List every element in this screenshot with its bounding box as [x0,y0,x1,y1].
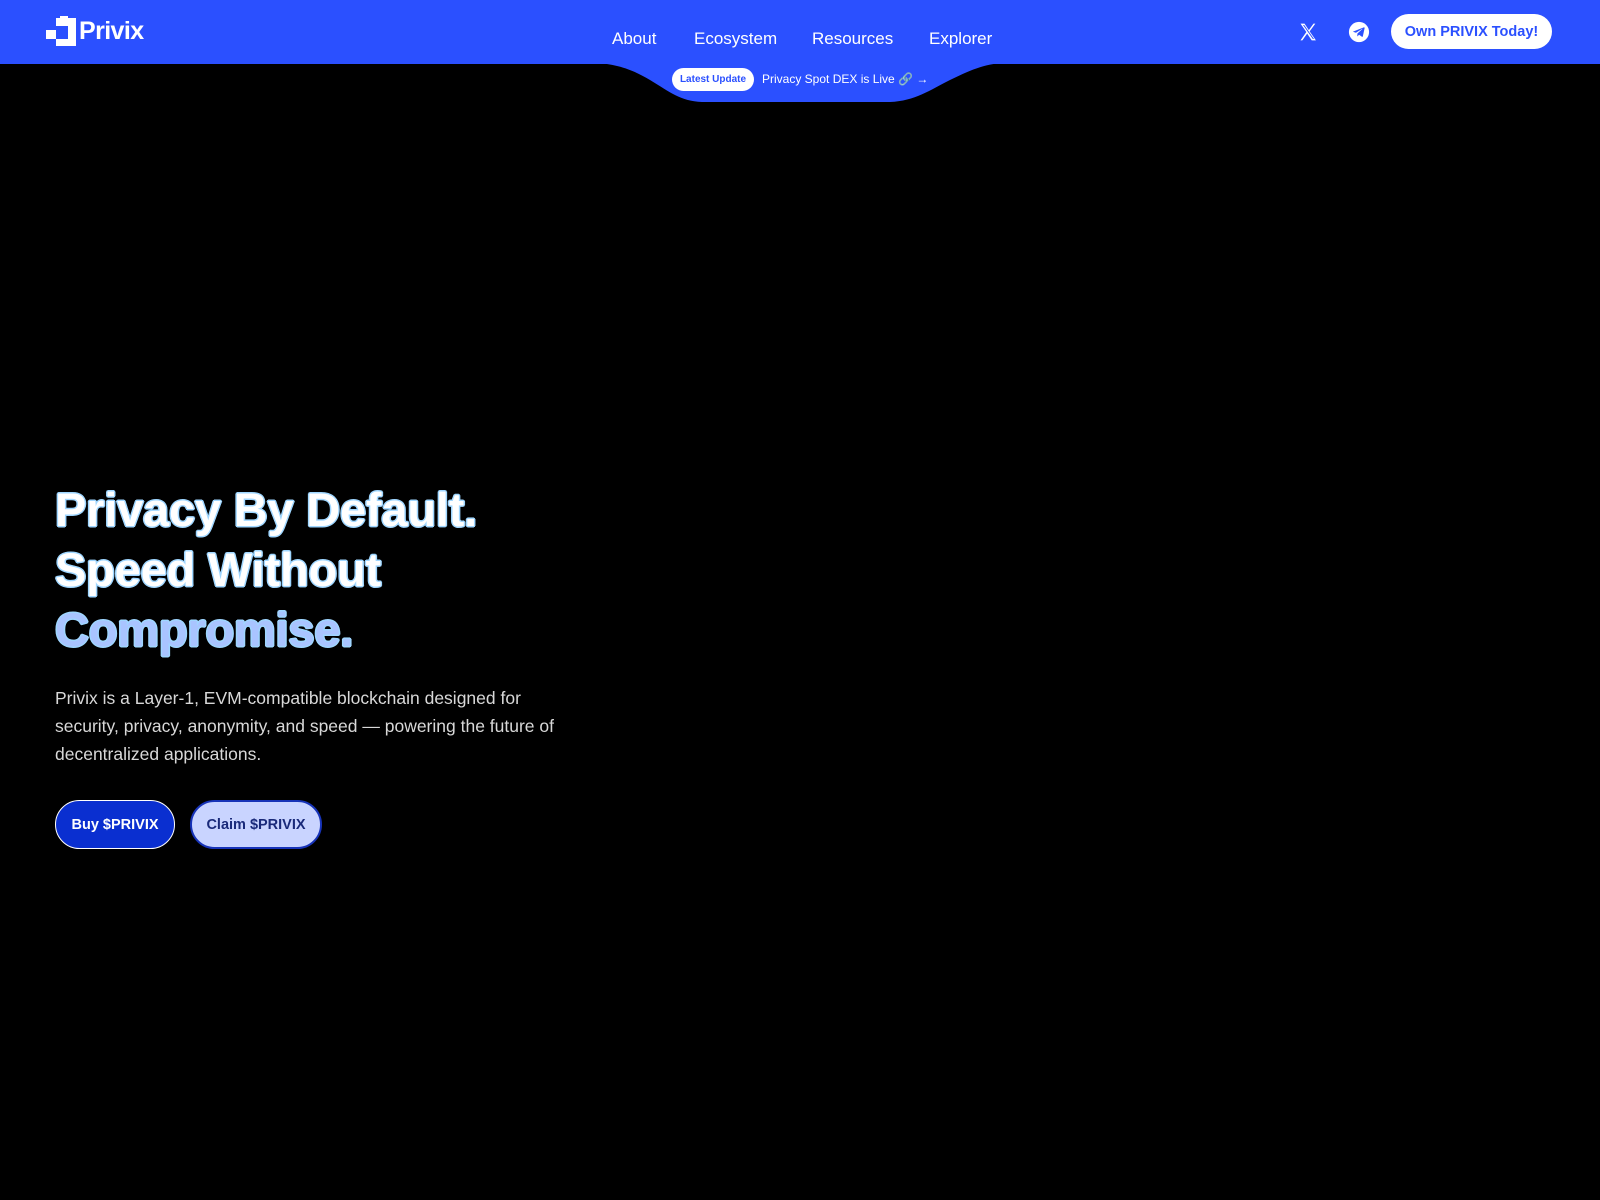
claim-privix-button[interactable]: Claim $PRIVIX [190,800,322,849]
hero-title-line-3: Compromise. [55,603,354,656]
own-privix-button[interactable]: Own PRIVIX Today! [1391,14,1552,49]
hero-title-line-2: Speed Without [55,543,381,596]
hero-title-line-1: Privacy By Default. [55,483,477,536]
x-twitter-link[interactable] [1293,17,1323,47]
x-twitter-icon [1300,23,1316,41]
latest-update-banner: Latest Update Privacy Spot DEX is Live 🔗… [590,62,1010,104]
hero-description: Privix is a Layer-1, EVM-compatible bloc… [55,688,554,764]
update-news-link[interactable]: Privacy Spot DEX is Live 🔗 → [762,71,928,87]
privix-logo-icon [46,16,76,46]
latest-update-badge: Latest Update [672,68,754,91]
telegram-link[interactable] [1344,17,1374,47]
top-header: Privix About Ecosystem Resources Explore… [0,0,1600,64]
telegram-icon [1348,21,1370,43]
nav-explorer[interactable]: Explorer [929,27,992,51]
nav-ecosystem[interactable]: Ecosystem [694,27,777,51]
buy-privix-button[interactable]: Buy $PRIVIX [55,800,175,849]
nav-resources[interactable]: Resources [812,27,893,51]
hero-title: Privacy By Default. Speed Without Compro… [55,480,477,660]
privix-logo[interactable]: Privix [46,16,144,46]
nav-about[interactable]: About [612,27,656,51]
logo-wordmark: Privix [79,17,144,45]
